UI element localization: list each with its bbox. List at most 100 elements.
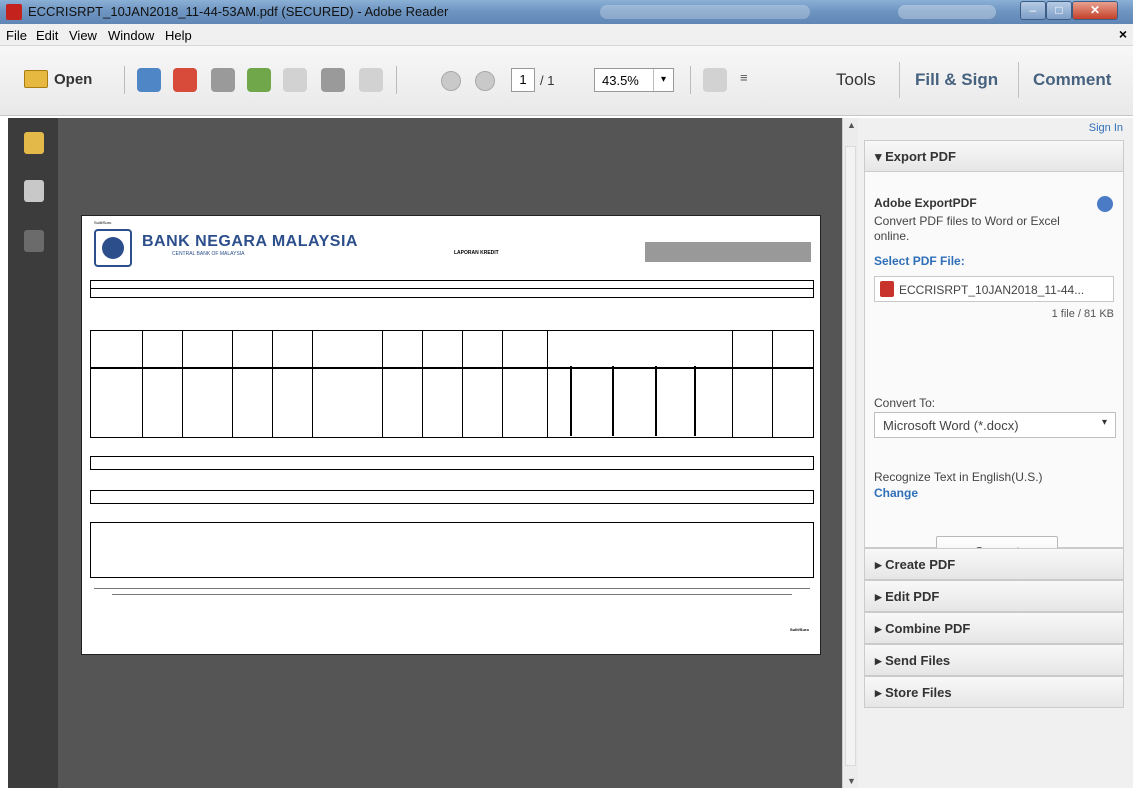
lock-icon[interactable] [24,132,44,154]
bank-name: BANK NEGARA MALAYSIA [142,233,358,250]
print-icon[interactable] [321,68,345,92]
combine-pdf-section[interactable]: ▸ Combine PDF [864,612,1124,644]
pdf-page: Sulit/Suro BANK NEGARA MALAYSIA CENTRAL … [81,215,821,655]
recognize-text-label: Recognize Text in English(U.S.) [874,470,1043,484]
title-bar-glow [600,5,810,19]
window-title-bar[interactable]: ECCRISRPT_10JAN2018_11-44-53AM.pdf (SECU… [0,0,1133,24]
customer-info-table [90,280,814,298]
table-line [182,330,183,438]
toolbar-separator [1018,62,1019,98]
title-bar-glow [898,5,996,19]
table-line [232,330,233,438]
cloud-sync-icon [1097,196,1113,212]
table-line [502,330,503,438]
create-pdf-section[interactable]: ▸ Create PDF [864,548,1124,580]
close-document-button[interactable]: × [1119,26,1127,42]
menu-window[interactable]: Window [108,28,154,43]
credit-table-body [90,368,814,438]
footer-tag: Sulit/Suro [790,627,809,632]
tools-tab[interactable]: Tools [836,70,876,90]
toolbar-separator [396,66,397,94]
export-title: Adobe ExportPDF [874,196,977,210]
secondary-table [90,490,814,504]
fill-sign-tab[interactable]: Fill & Sign [915,70,998,90]
credit-table-header [90,330,814,368]
previous-page-icon[interactable] [441,71,461,91]
edit-pdf-section[interactable]: ▸ Edit PDF [864,580,1124,612]
convert-format-select[interactable]: Microsoft Word (*.docx) ▾ [874,412,1116,438]
next-page-icon[interactable] [475,71,495,91]
page-thumbnails-icon[interactable] [24,180,44,202]
chevron-down-icon: ▾ [1101,417,1107,428]
minimize-button[interactable]: – [1020,1,1046,20]
tools-panel: Sign In ▾ Export PDF Adobe ExportPDF Con… [858,118,1133,788]
table-line [570,366,572,436]
left-navigation-pane [8,118,58,788]
export-pdf-header[interactable]: ▾ Export PDF [864,140,1124,172]
email-icon[interactable] [359,68,383,92]
window-title: ECCRISRPT_10JAN2018_11-44-53AM.pdf (SECU… [28,4,449,19]
document-scrollbar[interactable]: ▲ ▼ [842,118,858,788]
comment-tab[interactable]: Comment [1033,70,1111,90]
selected-file[interactable]: ECCRISRPT_10JAN2018_11-44... [874,276,1114,302]
change-language-link[interactable]: Change [874,486,918,500]
footnote-line [94,588,810,589]
menu-file[interactable]: File [6,28,27,43]
page-number-input[interactable]: 1 [511,68,535,92]
table-line [732,330,733,438]
table-line [612,366,614,436]
table-line [772,330,773,438]
select-file-link[interactable]: Select PDF File: [874,254,965,268]
toolbar-separator [124,66,125,94]
toolbar-separator [690,66,691,94]
more-options-icon[interactable]: ≡ [740,70,748,85]
page-total: / 1 [540,73,555,88]
store-files-section[interactable]: ▸ Store Files [864,676,1124,708]
attachment-icon[interactable] [24,230,44,252]
zoom-select[interactable]: 43.5% ▾ [594,68,674,92]
combine-files-icon[interactable] [173,68,197,92]
create-pdf-icon[interactable] [137,68,161,92]
bnm-logo-mark [102,237,124,259]
upload-cloud-icon[interactable] [247,68,271,92]
edit-pdf-icon[interactable] [211,68,235,92]
table-line [422,330,423,438]
open-button[interactable]: Open [24,70,92,88]
report-title: LAPORAN KREDIT [454,250,499,256]
table-line [655,366,657,436]
bnm-logo [94,229,132,267]
convert-to-label: Convert To: [874,396,936,410]
export-pdf-body: Adobe ExportPDF Convert PDF files to Wor… [864,172,1124,568]
menu-edit[interactable]: Edit [36,28,58,43]
table-line [547,330,548,438]
menu-bar: File Edit View Window Help × [0,24,1133,46]
open-label: Open [54,70,93,88]
sign-in-link[interactable]: Sign In [1089,122,1123,134]
table-line [272,330,273,438]
pdf-file-icon [880,281,894,297]
secondary-table [90,456,814,470]
file-meta: 1 file / 81 KB [1051,308,1114,320]
table-line [382,330,383,438]
fit-page-icon[interactable] [703,68,727,92]
folder-icon [24,70,48,88]
send-files-section[interactable]: ▸ Send Files [864,644,1124,676]
convert-format-value: Microsoft Word (*.docx) [883,418,1019,433]
scrollbar-thumb[interactable] [845,146,856,766]
menu-help[interactable]: Help [165,28,192,43]
footnote-line [112,594,792,595]
close-button[interactable]: ✕ [1072,1,1118,20]
scroll-down-arrow-icon[interactable]: ▼ [847,776,856,786]
file-name: ECCRISRPT_10JAN2018_11-44... [899,283,1085,297]
export-description: Convert PDF files to Word or Excel onlin… [874,214,1060,243]
maximize-button[interactable]: □ [1046,1,1072,20]
zoom-value: 43.5% [602,73,639,88]
table-line [694,366,696,436]
chevron-down-icon[interactable]: ▾ [653,69,673,91]
save-icon[interactable] [283,68,307,92]
table-line [90,288,814,289]
toolbar: Open 1 / 1 43.5% ▾ ≡ Tools Fill & Sign C… [0,46,1133,116]
report-info-box [645,242,811,262]
scroll-up-arrow-icon[interactable]: ▲ [847,120,856,130]
menu-view[interactable]: View [69,28,97,43]
